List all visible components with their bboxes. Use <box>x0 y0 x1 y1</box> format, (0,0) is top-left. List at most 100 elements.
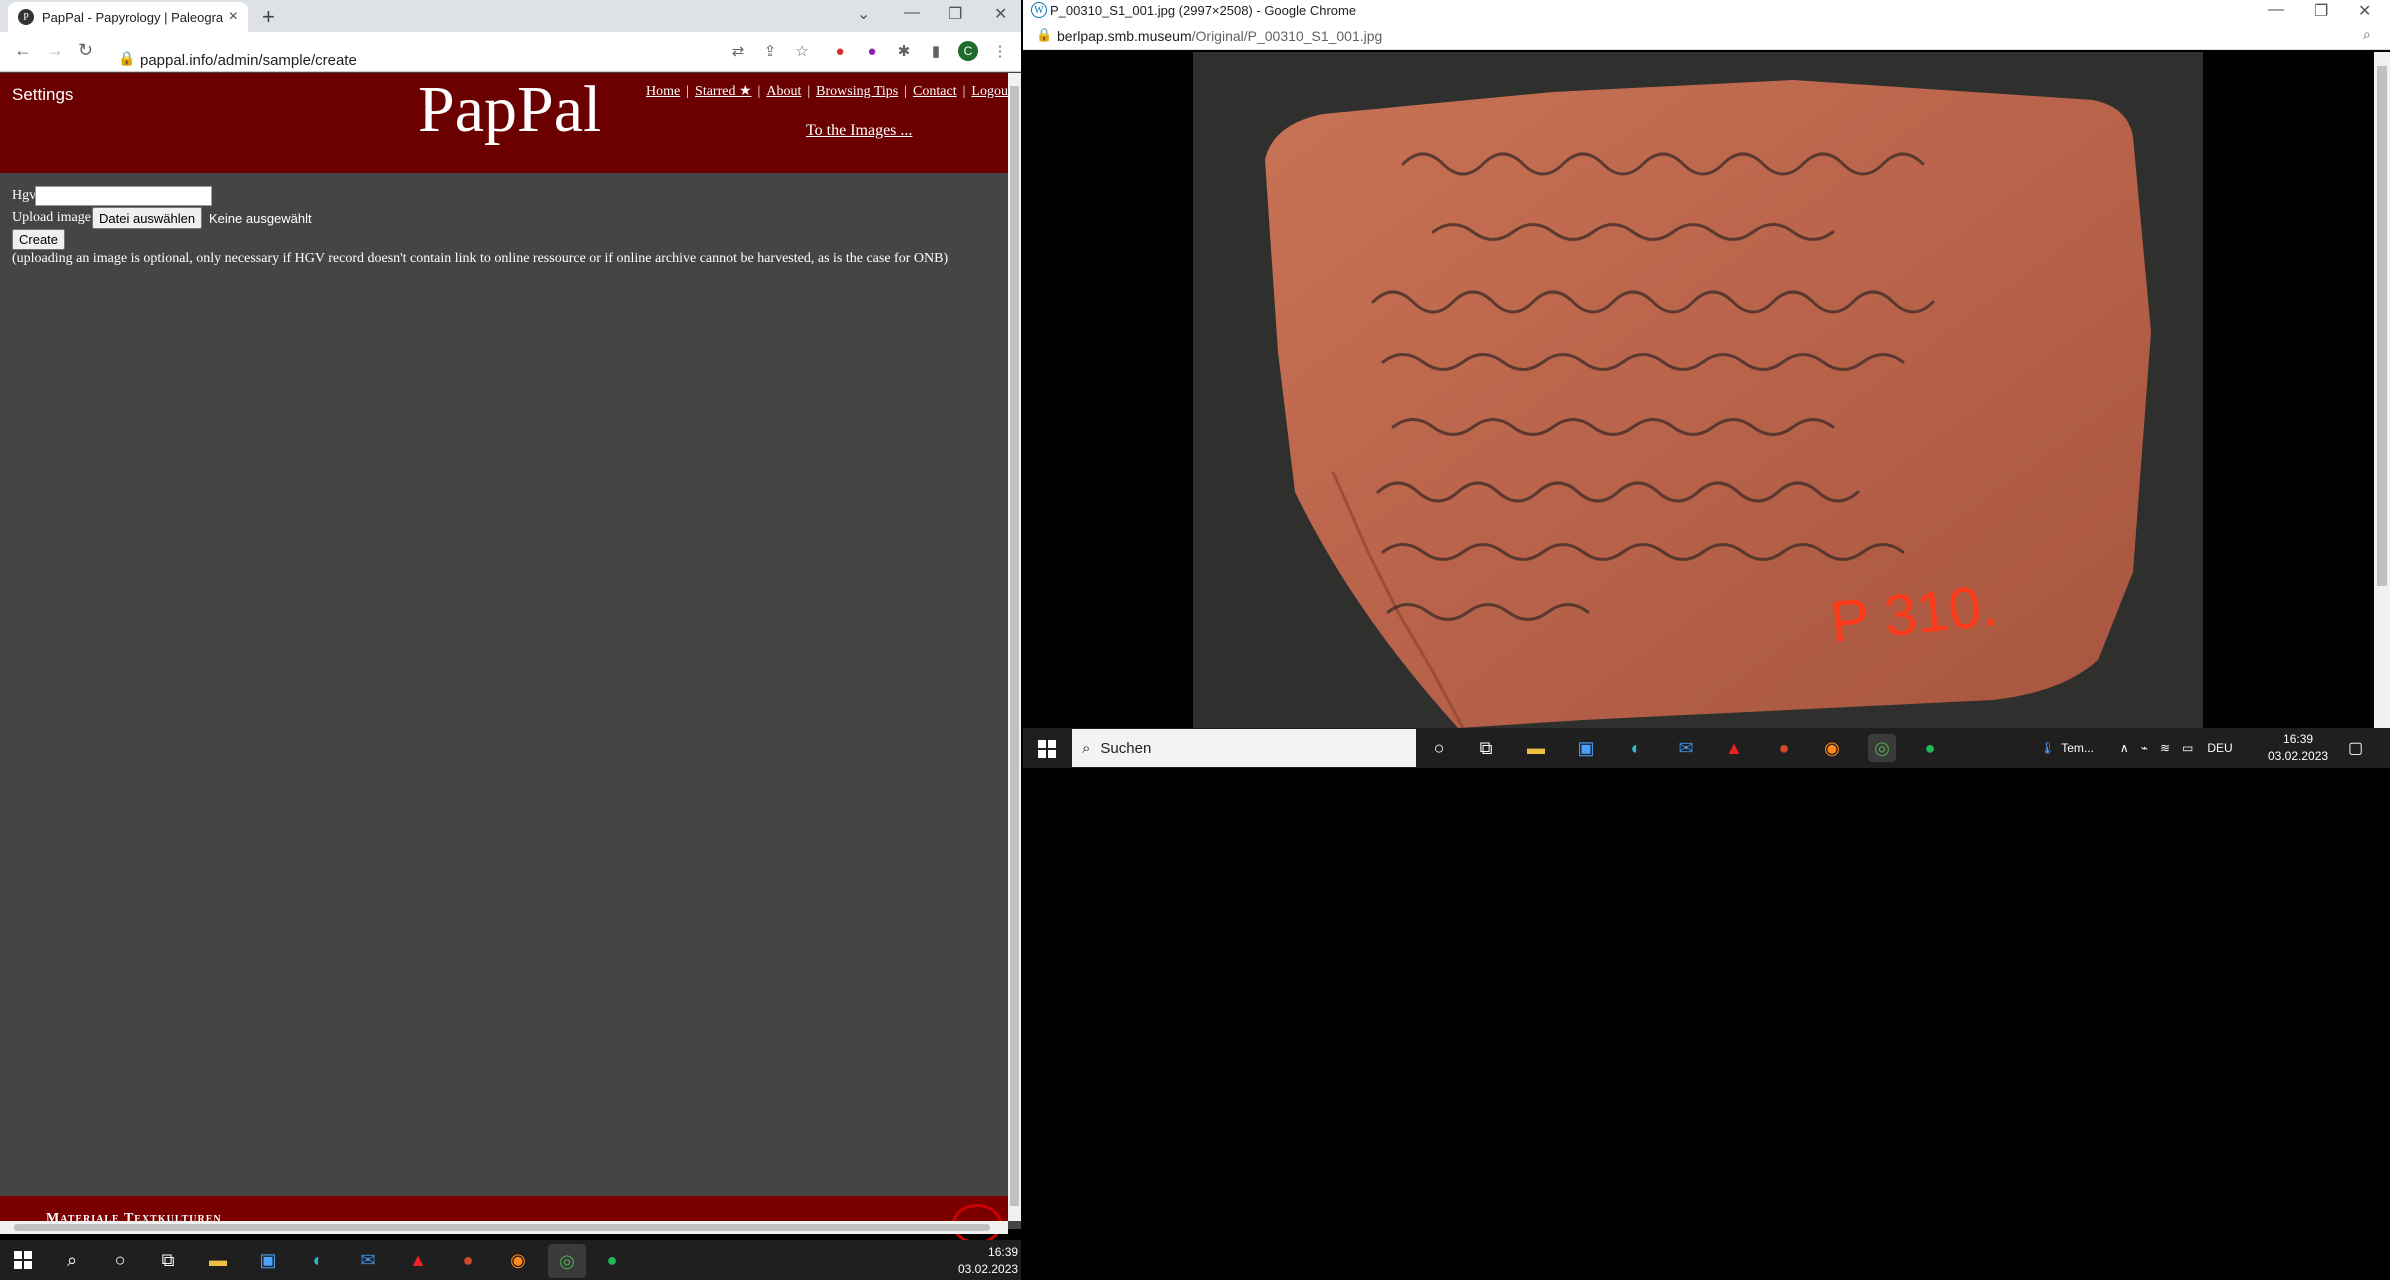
reload-icon[interactable]: ↻ <box>78 40 93 61</box>
taskbar-date: 03.02.2023 <box>958 1262 1019 1276</box>
search-icon: ⌕ <box>1082 739 1091 757</box>
tab-title: PapPal - Papyrology | Paleograph <box>42 9 223 25</box>
zoom-icon[interactable]: ⌕ <box>2363 26 2371 43</box>
firefox-icon[interactable]: ◉ <box>1818 734 1846 762</box>
tray-chevron-icon[interactable]: ∧ <box>2120 741 2129 755</box>
right-restore-icon[interactable]: ❐ <box>2314 1 2328 21</box>
start-icon[interactable] <box>14 1251 32 1269</box>
create-button[interactable]: Create <box>12 229 66 250</box>
right-window-title: P_00310_S1_001.jpg (2997×2508) - Google … <box>1050 3 1357 18</box>
cortana-icon[interactable]: ○ <box>1425 734 1453 762</box>
taskbar-mail-icon[interactable]: ✉ <box>354 1246 382 1274</box>
hgv-label: Hgv <box>12 188 37 203</box>
tab-close-icon[interactable]: × <box>229 8 238 26</box>
forward-arrow-icon[interactable]: → <box>46 40 64 61</box>
ostracon-drawing: P 310. <box>1265 80 2151 728</box>
menu-kebab-icon[interactable]: ⋮ <box>990 41 1010 61</box>
back-arrow-icon[interactable]: ← <box>14 40 32 61</box>
bookmark-star-icon[interactable]: ☆ <box>792 41 812 61</box>
spotify-icon[interactable]: ● <box>1916 734 1944 762</box>
right-url-path: /Original/P_00310_S1_001.jpg <box>1191 28 1383 44</box>
horizontal-scroll-thumb[interactable] <box>14 1224 990 1231</box>
battery-icon[interactable]: ▭ <box>2182 741 2193 755</box>
upload-note: (uploading an image is optional, only ne… <box>12 251 949 266</box>
taskbar-task-view-icon[interactable]: ⧉ <box>154 1246 182 1274</box>
extension-purple-icon[interactable]: ● <box>862 41 882 61</box>
taskbar-clock[interactable]: 16:39 03.02.2023 <box>958 1244 1018 1278</box>
taskbar-acrobat-icon[interactable]: ▲ <box>404 1246 432 1274</box>
weather-icon[interactable]: 🌡 <box>2040 741 2055 755</box>
right-lock-icon: 🔒 <box>1036 27 1053 42</box>
vertical-scroll-thumb[interactable] <box>1010 86 1019 1206</box>
powerpoint-icon[interactable]: ● <box>1770 734 1798 762</box>
taskbar-search-icon[interactable]: ⌕ <box>58 1246 86 1274</box>
lock-icon: 🔒 <box>118 50 136 66</box>
file-status-text: Keine ausgewählt <box>209 211 312 226</box>
taskbar-time: 16:39 <box>988 1245 1019 1259</box>
inner-date: 03.02.2023 <box>2268 749 2329 763</box>
nav-about[interactable]: About <box>766 84 801 99</box>
inner-clock[interactable]: 16:39 03.02.2023 <box>2268 731 2328 765</box>
language-indicator[interactable]: DEU <box>2207 741 2232 755</box>
right-scroll-thumb[interactable] <box>2377 66 2387 586</box>
side-panel-icon[interactable]: ▮ <box>926 41 946 61</box>
nav-home[interactable]: Home <box>646 84 680 99</box>
right-url-host: berlpap.smb.museum <box>1057 28 1192 44</box>
taskbar-firefox-icon[interactable]: ◉ <box>504 1246 532 1274</box>
new-tab-icon[interactable]: + <box>262 4 275 30</box>
upload-image-label: Upload image <box>12 210 91 225</box>
taskbar-explorer-icon[interactable]: ▬ <box>204 1246 232 1274</box>
pappal-favicon-icon: P <box>18 9 34 25</box>
inner-system-tray: 🌡 Tem... ∧ ⌁ ≋ ▭ DEU <box>2040 728 2233 768</box>
close-window-icon[interactable]: ✕ <box>994 4 1007 24</box>
tab-pappal[interactable]: P PapPal - Papyrology | Paleograph × <box>8 2 248 32</box>
nav-starred[interactable]: Starred ★ <box>695 84 751 99</box>
search-placeholder: Suchen <box>1100 739 1152 757</box>
taskbar-edge-icon[interactable]: ◐ <box>304 1246 332 1274</box>
main-nav: Home | Starred ★ | About | Browsing Tips | Conta… <box>646 84 1012 99</box>
acrobat-icon[interactable]: ▲ <box>1720 734 1748 762</box>
extensions-puzzle-icon[interactable]: ✱ <box>894 41 914 61</box>
taskbar-chrome-icon[interactable]: ◎ <box>548 1244 586 1278</box>
tab-search-icon[interactable]: ⌄ <box>857 4 870 24</box>
taskbar-cortana-icon[interactable]: ○ <box>106 1246 134 1274</box>
to-images-link[interactable]: To the Images ... <box>806 122 912 140</box>
weather-text[interactable]: Tem... <box>2061 741 2094 755</box>
inner-search-box[interactable]: ⌕ Suchen <box>1072 729 1416 767</box>
translate-icon[interactable]: ⇄ <box>728 41 748 61</box>
right-url[interactable]: berlpap.smb.museum/Original/P_00310_S1_0… <box>1057 28 1382 44</box>
choose-file-button[interactable]: Datei auswählen <box>92 207 203 229</box>
pappal-logo[interactable]: PapPal <box>418 72 601 148</box>
restore-icon[interactable]: ❐ <box>948 4 962 24</box>
taskbar-powerpoint-icon[interactable]: ● <box>454 1246 482 1274</box>
chrome-icon[interactable]: ◎ <box>1868 734 1896 762</box>
notification-icon[interactable]: ▢ <box>2348 738 2363 758</box>
settings-link[interactable]: Settings <box>12 85 73 105</box>
store-icon[interactable]: ▣ <box>1572 734 1600 762</box>
hgv-input[interactable] <box>35 186 212 206</box>
edge-icon[interactable]: ◐ <box>1622 734 1650 762</box>
right-close-icon[interactable]: ✕ <box>2358 1 2371 21</box>
share-icon[interactable]: ⇪ <box>760 41 780 61</box>
extension-red-icon[interactable]: ● <box>830 41 850 61</box>
address-bar[interactable]: pappal.info/admin/sample/create <box>140 52 357 69</box>
wifi-icon[interactable]: ≋ <box>2160 741 2170 755</box>
network-icon[interactable]: ⌁ <box>2141 741 2148 755</box>
taskbar-store-icon[interactable]: ▣ <box>254 1246 282 1274</box>
nav-browsing-tips[interactable]: Browsing Tips <box>816 84 898 99</box>
left-browser-window <box>0 0 1021 1229</box>
inner-start-icon[interactable] <box>1038 740 1056 758</box>
mail-icon[interactable]: ✉ <box>1672 734 1700 762</box>
task-view-icon[interactable]: ⧉ <box>1472 734 1500 762</box>
inner-time: 16:39 <box>2283 732 2314 746</box>
nav-logout[interactable]: Logout <box>971 84 1011 99</box>
file-explorer-icon[interactable]: ▬ <box>1522 734 1550 762</box>
nav-contact[interactable]: Contact <box>913 84 957 99</box>
minimize-icon[interactable]: — <box>904 4 920 22</box>
profile-avatar[interactable]: C <box>958 41 978 61</box>
wordpress-icon: W <box>1031 2 1047 18</box>
taskbar-spotify-icon[interactable]: ● <box>598 1246 626 1274</box>
right-minimize-icon[interactable]: — <box>2268 1 2284 19</box>
ostracon-image[interactable]: P 310. <box>1193 52 2203 728</box>
sherd-body <box>1265 80 2151 728</box>
